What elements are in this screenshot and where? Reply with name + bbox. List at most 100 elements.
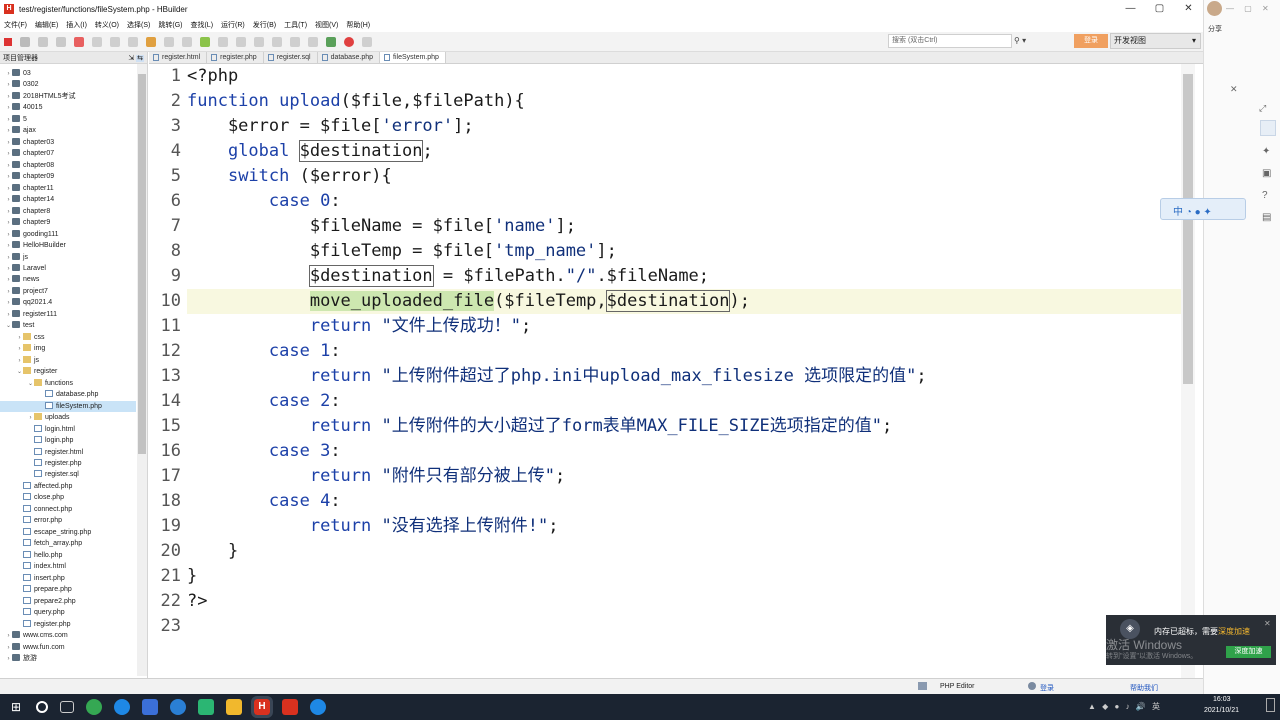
chevron-icon[interactable]: ›	[5, 161, 12, 172]
tree-item[interactable]: › chapter08	[0, 160, 136, 171]
wps-icon[interactable]	[282, 699, 298, 715]
edge-icon[interactable]	[114, 699, 130, 715]
tree-item[interactable]: › chapter09	[0, 171, 136, 182]
comment-icon[interactable]	[254, 36, 264, 47]
chevron-icon[interactable]: ›	[5, 69, 12, 80]
code-line[interactable]: switch ($error){	[187, 164, 392, 189]
k-app-icon[interactable]	[170, 699, 186, 715]
notifications-icon[interactable]	[1266, 698, 1275, 712]
editor-scrollbar-thumb[interactable]	[1183, 74, 1193, 384]
menu-run[interactable]: 运行(R)	[217, 20, 249, 30]
chevron-icon[interactable]: ›	[5, 218, 12, 229]
accelerate-button[interactable]: 深度加速	[1226, 646, 1271, 658]
browser-icon[interactable]	[344, 36, 354, 47]
tree-item[interactable]: fetch_array.php	[0, 538, 136, 549]
code-line[interactable]: case 1:	[187, 339, 341, 364]
font-icon[interactable]	[272, 36, 282, 47]
code-line[interactable]: case 3:	[187, 439, 341, 464]
tree-item[interactable]: › 2018HTML5考试	[0, 91, 136, 102]
close-file-icon[interactable]	[74, 36, 84, 47]
chevron-icon[interactable]: ›	[5, 92, 12, 103]
code-line[interactable]: $fileName = $file['name'];	[187, 214, 576, 239]
tree-item[interactable]: › gooding111	[0, 229, 136, 240]
chevron-icon[interactable]: ›	[5, 253, 12, 264]
preview-icon[interactable]	[236, 36, 246, 47]
close-button[interactable]: ✕	[1174, 0, 1203, 18]
chevron-icon[interactable]: ›	[5, 275, 12, 286]
case-icon[interactable]	[290, 36, 300, 47]
panel-tool-icon[interactable]	[1260, 120, 1276, 136]
tree-item[interactable]: › news	[0, 274, 136, 285]
chevron-icon[interactable]: ⌄	[27, 379, 34, 390]
chevron-icon[interactable]: ›	[5, 207, 12, 218]
format-icon[interactable]	[128, 36, 138, 47]
tree-item[interactable]: › js	[0, 252, 136, 263]
code-line[interactable]: $fileTemp = $file['tmp_name'];	[187, 239, 617, 264]
tree-item[interactable]: error.php	[0, 515, 136, 526]
tree-item[interactable]: › css	[0, 332, 136, 343]
tree-item[interactable]: register.php	[0, 619, 136, 630]
code-line[interactable]: return "文件上传成功！";	[187, 314, 531, 339]
tree-item[interactable]: ⌄ register	[0, 366, 136, 377]
hbuilder-taskbar-icon[interactable]: H	[251, 696, 273, 718]
help-icon[interactable]: ?	[1262, 190, 1268, 201]
tree-item[interactable]: hello.php	[0, 550, 136, 561]
tray-icons[interactable]: ▲ ◆ ● ♪ 🔊 英	[1088, 701, 1188, 713]
code-line[interactable]: $error = $file['error'];	[187, 114, 474, 139]
chevron-icon[interactable]: ⌄	[5, 321, 12, 332]
menu-select[interactable]: 选择(S)	[123, 20, 154, 30]
editor-mode[interactable]: PHP Editor	[940, 683, 975, 690]
clock-time[interactable]: 16:03	[1213, 696, 1231, 703]
code-line[interactable]: return "没有选择上传附件!";	[187, 514, 559, 539]
chevron-icon[interactable]: ›	[5, 115, 12, 126]
code-line[interactable]: return "附件只有部分被上传";	[187, 464, 565, 489]
tree-item[interactable]: › www.fun.com	[0, 642, 136, 653]
chevron-icon[interactable]: ›	[5, 631, 12, 642]
maximize-button[interactable]: ▢	[1145, 0, 1174, 18]
tree-item[interactable]: › 5	[0, 114, 136, 125]
tree-item[interactable]: › ajax	[0, 125, 136, 136]
chevron-icon[interactable]: ›	[16, 344, 23, 355]
chevron-icon[interactable]: ›	[5, 103, 12, 114]
mail-icon[interactable]	[142, 699, 158, 715]
tag-icon[interactable]	[308, 36, 318, 47]
code-line[interactable]: case 2:	[187, 389, 341, 414]
search-input[interactable]: 搜索 (双击Ctrl)	[888, 34, 1012, 48]
menu-goto[interactable]: 跳转(G)	[154, 20, 186, 30]
tree-item[interactable]: fileSystem.php	[0, 400, 136, 412]
menu-escape[interactable]: 转义(O)	[91, 20, 123, 30]
tree-item[interactable]: › js	[0, 355, 136, 366]
tree-item[interactable]: register.html	[0, 447, 136, 458]
tree-item[interactable]: › chapter03	[0, 137, 136, 148]
tree-item[interactable]: › uploads	[0, 412, 136, 423]
menu-tools[interactable]: 工具(T)	[280, 20, 311, 30]
tree-item[interactable]: › www.cms.com	[0, 630, 136, 641]
login-button[interactable]: 登录	[1074, 34, 1108, 48]
tree-item[interactable]: › Laravel	[0, 263, 136, 274]
tree-item[interactable]: › 旅游	[0, 653, 136, 664]
chevron-icon[interactable]: ⌄	[16, 367, 23, 378]
status-login-link[interactable]: 登录	[1040, 683, 1054, 693]
tree-item[interactable]: › register111	[0, 309, 136, 320]
ie-icon[interactable]	[310, 699, 326, 715]
folder-icon[interactable]	[226, 699, 242, 715]
tree-item[interactable]: prepare2.php	[0, 596, 136, 607]
open-icon[interactable]	[20, 36, 30, 47]
menu-edit[interactable]: 编辑(E)	[31, 20, 62, 30]
tree-item[interactable]: › HelloHBuilder	[0, 240, 136, 251]
tree-scrollbar-thumb[interactable]	[138, 74, 146, 454]
task-view-icon[interactable]	[60, 701, 74, 713]
search-options[interactable]: ⚲ ▾	[1014, 34, 1070, 48]
chevron-icon[interactable]: ›	[5, 230, 12, 241]
search-icon[interactable]	[36, 701, 48, 713]
menu-file[interactable]: 文件(F)	[0, 20, 31, 30]
chevron-icon[interactable]: ›	[5, 287, 12, 298]
code-line[interactable]: }	[187, 564, 197, 589]
undo-icon[interactable]	[92, 36, 102, 47]
pin-icon[interactable]: ✦	[1262, 146, 1270, 157]
chevron-icon[interactable]: ›	[5, 172, 12, 183]
tree-item[interactable]: › img	[0, 343, 136, 354]
tree-item[interactable]: ⌄ functions	[0, 378, 136, 389]
minimize-button[interactable]: —	[1116, 0, 1145, 18]
code-line[interactable]: ?>	[187, 589, 207, 614]
